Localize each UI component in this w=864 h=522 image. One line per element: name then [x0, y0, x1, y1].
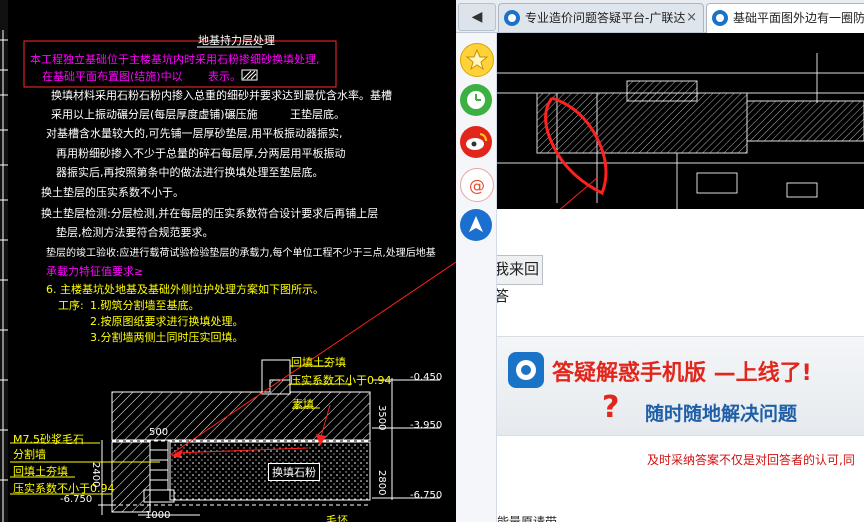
cad-dim-label: 3500 — [376, 405, 387, 431]
cad-note: 器振实后,再按照第条中的做法进行换填处理至垫层底。 — [56, 166, 324, 179]
cad-label-fill: 换填石粉 — [268, 463, 320, 481]
glodon-icon — [712, 10, 728, 26]
cad-level-label: -6.750 — [410, 490, 443, 501]
cad-dim-label: 500 — [149, 427, 169, 438]
cad-label-grade: 素填 — [292, 398, 314, 411]
glodon-app-icon — [508, 352, 544, 388]
svg-text:@: @ — [469, 176, 485, 195]
cad-proc-label: 工序: — [58, 299, 84, 312]
page-content: 我来回答 答疑解惑手机版 —上线了! ? 随时随地解决问题 及时采纳答案不仅是对… — [497, 33, 864, 522]
cad-dim-label: 2800 — [376, 470, 387, 496]
weibo-icon[interactable] — [460, 126, 492, 158]
question-image[interactable] — [497, 33, 864, 209]
tab-label: 基础平面图外边有一圈防 — [733, 11, 864, 25]
question-mark-icon: ? — [602, 390, 620, 425]
cad-note: 对基槽含水量较大的,可先铺一层厚砂垫层,用平板振动器振实, — [46, 127, 343, 140]
adopt-answer-notice: 及时采纳答案不仅是对回答者的认可,同 — [647, 453, 855, 467]
back-arrow-icon: ◀ — [471, 9, 483, 25]
tab-bar: ◀ 专业造价问题答疑平台-广联达 × 基础平面图外边有一圈防 — [456, 0, 864, 33]
cad-highlight-line2: 在基础平面布置图(结施)中以 — [42, 70, 183, 83]
cad-label-mortar: M7.5砂浆毛石 — [13, 433, 84, 446]
cad-note: 采用以上振动碾分层(每层厚度虚铺)碾压施 — [51, 108, 258, 121]
cad-label-backfill: 回填土夯填 — [291, 356, 346, 369]
cad-item6: 6. 主楼基坑处地基及基础外侧垃护处理方案如下图所示。 — [46, 283, 324, 296]
cad-note: 王垫层底。 — [290, 108, 345, 121]
cad-note: 垫层,检测方法要符合规范要求。 — [56, 226, 214, 239]
cad-dim-label: 1000 — [145, 510, 171, 521]
cad-proc-step: 3.分割墙两侧土同时压实回填。 — [90, 331, 244, 344]
cad-magenta-note: 承载力特征值要求≥ — [46, 265, 144, 278]
cad-level-label: -0.450 — [410, 372, 443, 383]
cad-label-backfill2: 回填土夯填 — [13, 465, 68, 478]
back-button[interactable]: ◀ — [458, 3, 496, 31]
cad-level-label: -6.750 — [60, 494, 93, 505]
question-image-drawing — [497, 53, 864, 209]
cad-note: 换填材料采用石粉石粉内掺入总重的细砂并要求达到最优含水率。基槽 — [51, 89, 392, 102]
clock-icon[interactable] — [460, 84, 492, 116]
cad-drawing-pane[interactable]: 地基持力层处理 本工程独立基础位于主楼基坑内时采用石粉掺细砂换填处理, 在基础平… — [0, 0, 456, 522]
cad-label-wall: 分割墙 — [13, 448, 46, 461]
banner-title: 答疑解惑手机版 —上线了! — [552, 361, 812, 386]
cad-highlight-line2b: 表示。 — [208, 70, 241, 83]
app-icon[interactable] — [460, 209, 492, 241]
cad-note: 换土垫层检测:分层检测,并在每层的压实系数符合设计要求后再铺上层 — [41, 207, 379, 220]
tab-label: 专业造价问题答疑平台-广联达 — [525, 11, 686, 25]
banner-subtitle: 随时随地解决问题 — [645, 403, 798, 425]
bottom-text: 能量原请带 — [497, 515, 558, 522]
cad-title: 地基持力层处理 — [198, 34, 275, 47]
browser-sidebar: @ — [456, 33, 497, 522]
cad-note: 垫层的竣工验收:应进行载荷试验检验垫层的承载力,每个单位工程不少于三点,处理后地… — [46, 248, 436, 259]
tab-active[interactable]: 基础平面图外边有一圈防 — [706, 3, 864, 33]
cad-proc-step: 1.砌筑分割墙至基底。 — [90, 299, 200, 312]
email-icon[interactable]: @ — [460, 168, 494, 202]
cad-dim-label: 2400 — [90, 462, 101, 488]
cad-level-label: -3.950 — [410, 420, 443, 431]
cad-note: 换土垫层的压实系数不小于。 — [41, 186, 184, 199]
close-tab-icon[interactable]: × — [686, 4, 697, 32]
cad-highlight-line1: 本工程独立基础位于主楼基坑内时采用石粉掺细砂换填处理, — [30, 53, 320, 66]
cad-note: 再用粉细砂掺入不少于总量的碎石每层厚,分两层用平板振动 — [56, 147, 346, 160]
tab-inactive[interactable]: 专业造价问题答疑平台-广联达 × — [498, 3, 704, 32]
star-icon[interactable] — [460, 43, 494, 77]
answer-button[interactable]: 我来回答 — [497, 255, 543, 305]
mobile-app-banner[interactable]: 答疑解惑手机版 —上线了! ? 随时随地解决问题 — [497, 336, 864, 436]
glodon-icon — [504, 10, 520, 26]
cad-proc-step: 2.按原图纸要求进行换填处理。 — [90, 315, 244, 328]
cad-label-bottom: 毛坯 — [326, 514, 348, 522]
browser-window: ◀ 专业造价问题答疑平台-广联达 × 基础平面图外边有一圈防 @ 我来回答 答疑… — [456, 0, 864, 522]
cad-label-compact: 压实系数不小于0.94 — [290, 374, 392, 387]
